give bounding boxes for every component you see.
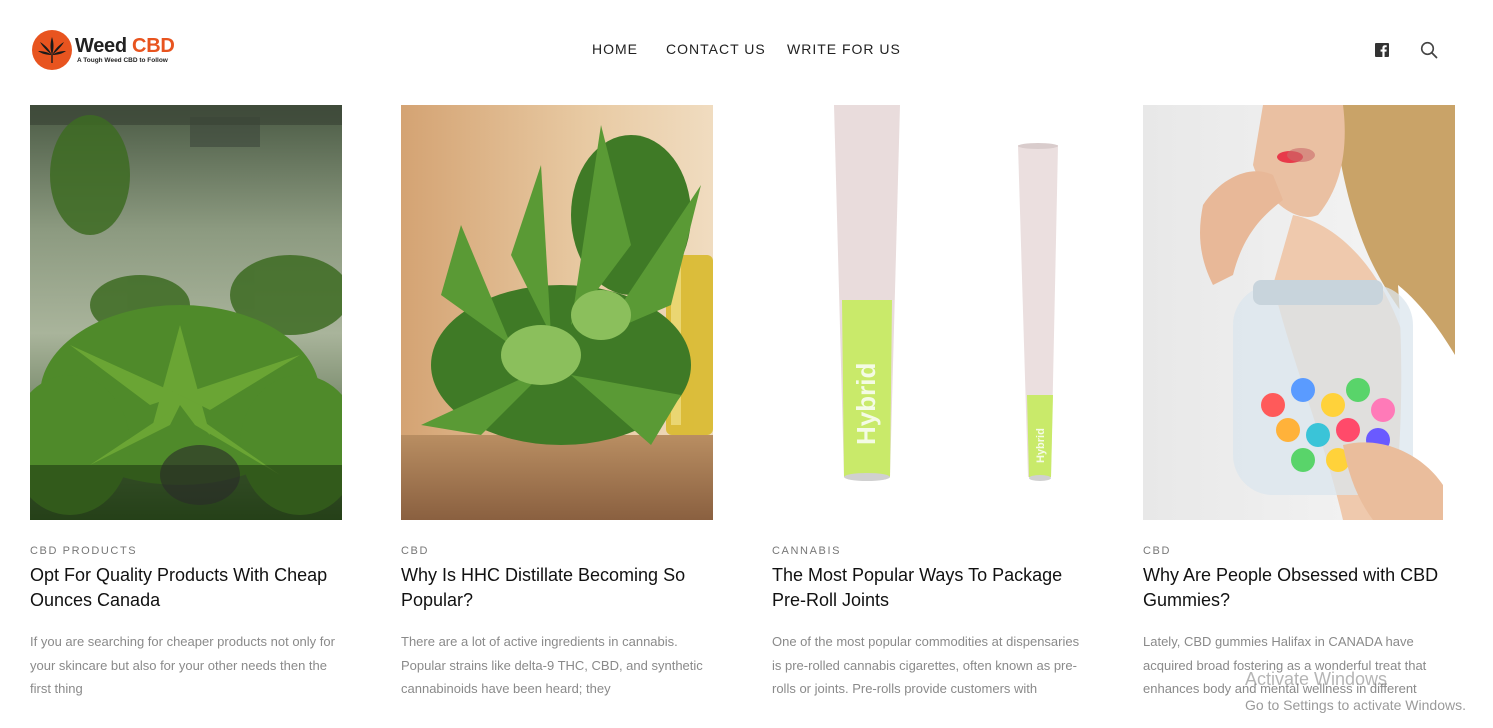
post-excerpt: One of the most popular commodities at d… xyxy=(772,634,1080,696)
nav-item-write-for-us[interactable]: WRITE FOR US xyxy=(787,40,901,58)
post-category[interactable]: CANNABIS xyxy=(772,544,1084,558)
cone-label-small: Hybrid xyxy=(1035,428,1047,463)
post-excerpt: There are a lot of active ingredients in… xyxy=(401,634,703,696)
post-card[interactable]: Hybrid Hybrid CANNABIS The Most Popular … xyxy=(772,105,1084,701)
post-image-grow-room[interactable] xyxy=(30,105,342,520)
windows-activation-watermark: Activate Windows Go to Settings to activ… xyxy=(1245,668,1466,713)
post-excerpt: If you are searching for cheaper product… xyxy=(30,634,335,696)
post-category[interactable]: CBD xyxy=(1143,544,1455,558)
post-card[interactable]: CBD Why Is HHC Distillate Becoming So Po… xyxy=(401,105,713,701)
logo-title-part1: Weed xyxy=(75,34,127,57)
site-header: Weed CBD A Tough Weed CBD to Follow HOME… xyxy=(0,0,1493,100)
cone-label-large: Hybrid xyxy=(851,363,881,445)
post-title[interactable]: Why Are People Obsessed with CBD Gummies… xyxy=(1143,563,1455,613)
search-icon[interactable] xyxy=(1420,41,1438,59)
post-card[interactable]: CBD Why Are People Obsessed with CBD Gum… xyxy=(1143,105,1455,701)
logo-tagline: A Tough Weed CBD to Follow xyxy=(77,56,168,64)
watermark-title: Activate Windows xyxy=(1245,669,1388,689)
post-category[interactable]: CBD PRODUCTS xyxy=(30,544,342,558)
nav-item-home[interactable]: HOME xyxy=(592,40,638,58)
post-image-cannabis-oil[interactable] xyxy=(401,105,713,520)
logo-title-part2: CBD xyxy=(132,34,175,57)
post-title[interactable]: Why Is HHC Distillate Becoming So Popula… xyxy=(401,563,713,613)
post-image-gummies[interactable] xyxy=(1143,105,1455,520)
watermark-subtitle: Go to Settings to activate Windows. xyxy=(1245,697,1466,713)
post-card[interactable]: CBD PRODUCTS Opt For Quality Products Wi… xyxy=(30,105,342,701)
nav-item-contact-us[interactable]: CONTACT US xyxy=(666,40,766,58)
post-category[interactable]: CBD xyxy=(401,544,713,558)
site-logo[interactable]: Weed CBD A Tough Weed CBD to Follow xyxy=(32,28,192,72)
facebook-icon[interactable] xyxy=(1375,43,1389,57)
post-image-pre-roll-cones[interactable]: Hybrid Hybrid xyxy=(772,105,1084,520)
post-title[interactable]: The Most Popular Ways To Package Pre-Rol… xyxy=(772,563,1084,613)
logo-title: Weed CBD xyxy=(75,34,175,57)
post-title[interactable]: Opt For Quality Products With Cheap Ounc… xyxy=(30,563,342,613)
cannabis-leaf-icon xyxy=(32,30,72,70)
